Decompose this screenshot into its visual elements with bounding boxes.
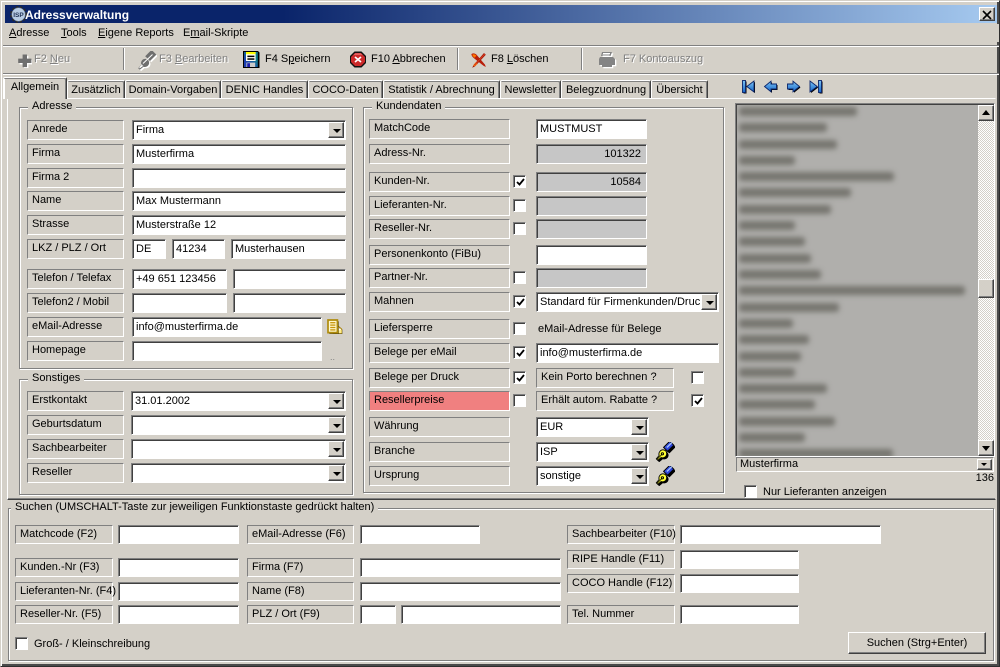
svg-text:ISP: ISP — [13, 12, 24, 19]
